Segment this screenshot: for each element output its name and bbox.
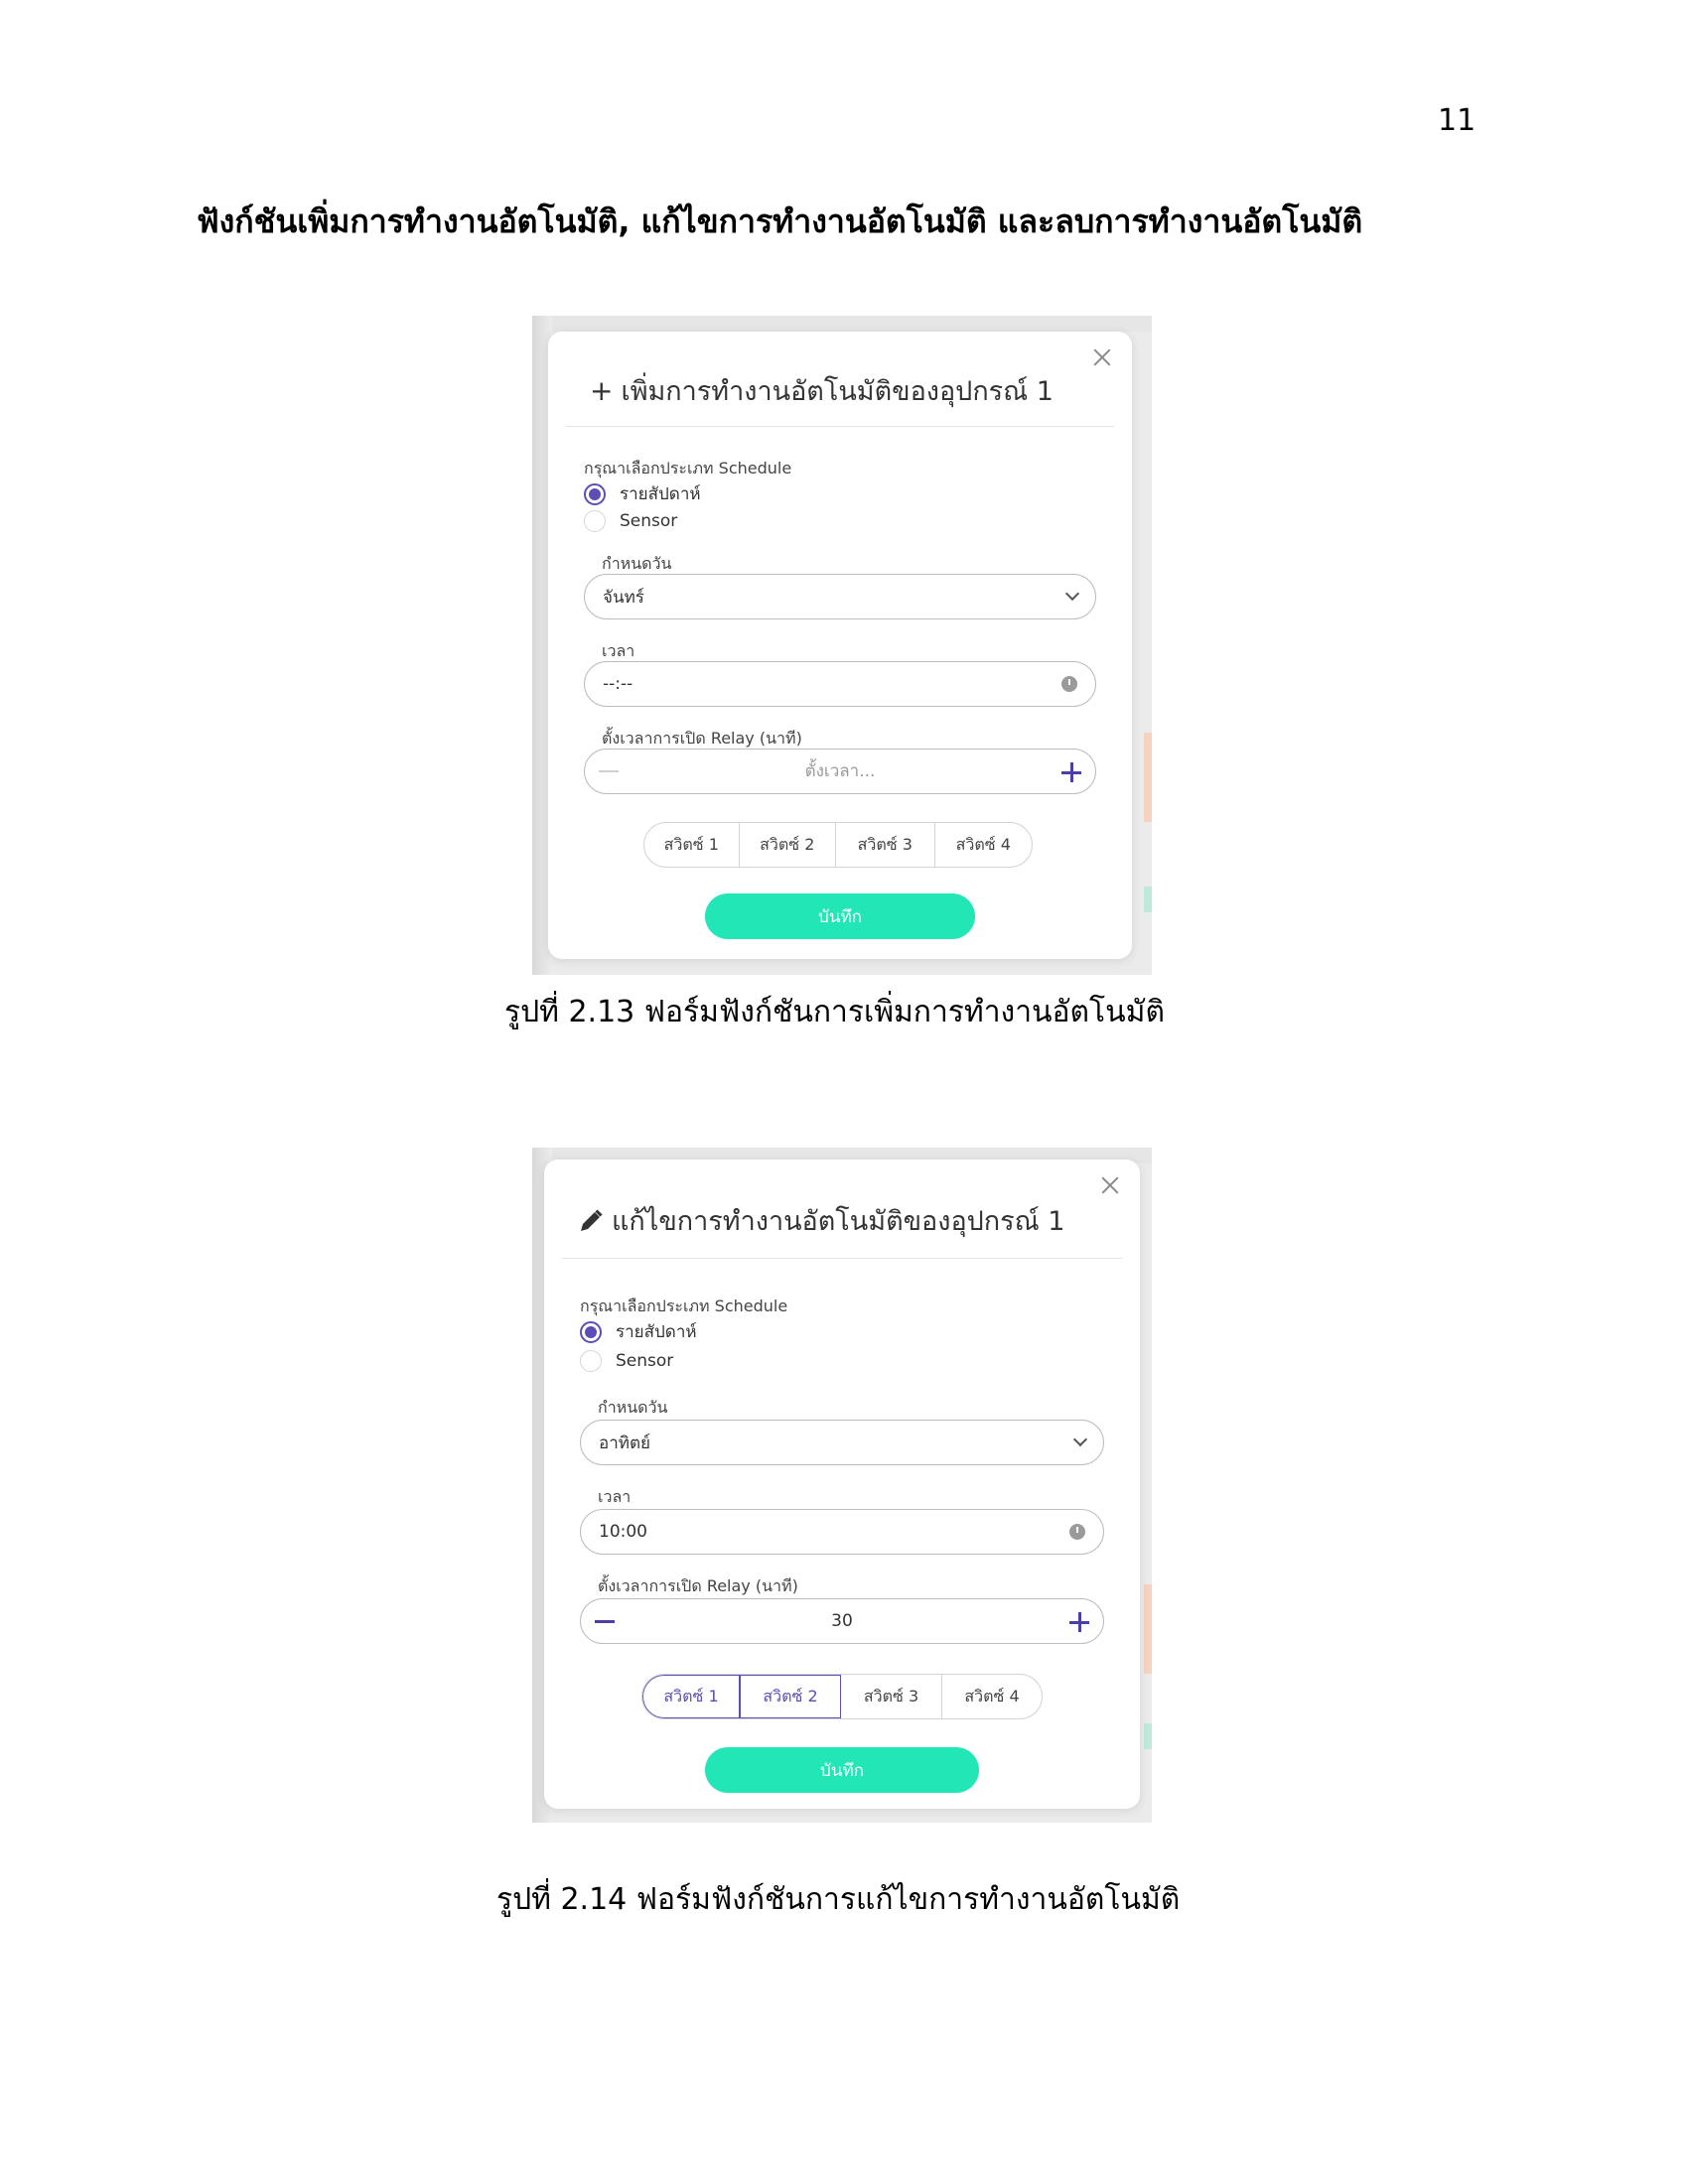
day-select-value: จันทร์ (603, 587, 644, 608)
switch-button-4[interactable]: สวิตซ์ 4 (935, 823, 1033, 867)
chevron-down-icon (1072, 1432, 1088, 1447)
radio-button-checked[interactable] (584, 482, 606, 505)
switch-group: สวิตซ์ 1 สวิตซ์ 2 สวิตซ์ 3 สวิตซ์ 4 (641, 1674, 1043, 1719)
clock-icon[interactable] (1069, 1524, 1085, 1540)
modal-header: + เพิ่มการทำงานอัตโนมัติของอุปกรณ์ 1 (566, 332, 1114, 427)
relay-label: ตั้งเวลาการเปิด Relay (นาที) (598, 1576, 798, 1595)
switch-button-1[interactable]: สวิตซ์ 1 (644, 823, 740, 867)
radio-weekly[interactable]: รายสัปดาห์ (580, 1318, 697, 1345)
radio-label-weekly: รายสัปดาห์ (616, 1322, 697, 1342)
relay-stepper-placeholder[interactable]: ตั้งเวลา... (644, 750, 1036, 793)
plus-icon[interactable] (1069, 1612, 1089, 1632)
day-select-value: อาทิตย์ (599, 1433, 650, 1453)
schedule-type-label: กรุณาเลือกประเภท Schedule (580, 1297, 788, 1315)
day-label: กำหนดวัน (598, 1398, 668, 1417)
switch-button-2[interactable]: สวิตซ์ 2 (740, 1675, 841, 1718)
figure-caption: รูปที่ 2.14 ฟอร์มฟังก์ชันการแก้ไขการทำงา… (496, 1882, 1181, 1917)
minus-icon[interactable] (599, 770, 619, 772)
radio-label-weekly: รายสัปดาห์ (620, 484, 701, 504)
radio-sensor[interactable]: Sensor (584, 510, 677, 532)
radio-button-checked[interactable] (580, 1320, 602, 1343)
switch-button-3[interactable]: สวิตซ์ 3 (836, 823, 935, 867)
relay-stepper[interactable]: 30 (580, 1598, 1104, 1644)
modal-title-text: แก้ไขการทำงานอัตโนมัติของอุปกรณ์ 1 (612, 1206, 1065, 1237)
figure-edit-automation: แก้ไขการทำงานอัตโนมัติของอุปกรณ์ 1 กรุณา… (532, 1148, 1152, 1823)
relay-stepper[interactable]: ตั้งเวลา... (584, 749, 1096, 794)
edit-automation-modal: แก้ไขการทำงานอัตโนมัติของอุปกรณ์ 1 กรุณา… (544, 1160, 1140, 1809)
radio-label-sensor: Sensor (620, 511, 678, 531)
day-select[interactable]: จันทร์ (584, 574, 1096, 619)
time-input[interactable]: --:-- (584, 661, 1096, 707)
background-blur (532, 316, 1152, 332)
time-label: เวลา (598, 1487, 632, 1506)
switch-button-2[interactable]: สวิตซ์ 2 (740, 823, 837, 867)
time-input[interactable]: 10:00 (580, 1509, 1104, 1555)
modal-title: แก้ไขการทำงานอัตโนมัติของอุปกรณ์ 1 (578, 1199, 1064, 1242)
background-accent (1144, 887, 1152, 912)
background-accent (1144, 733, 1152, 822)
save-button[interactable]: บันทึก (705, 1747, 979, 1793)
clock-icon[interactable] (1061, 676, 1077, 692)
radio-label-sensor: Sensor (616, 1351, 674, 1371)
switch-button-1[interactable]: สวิตซ์ 1 (642, 1675, 740, 1718)
plus-icon[interactable] (1061, 762, 1081, 782)
day-select[interactable]: อาทิตย์ (580, 1420, 1104, 1465)
figure-add-automation: + เพิ่มการทำงานอัตโนมัติของอุปกรณ์ 1 กรุ… (532, 316, 1152, 975)
radio-button[interactable] (580, 1350, 602, 1372)
relay-stepper-value[interactable]: 30 (640, 1599, 1044, 1643)
background-accent (1144, 1723, 1152, 1749)
chevron-down-icon (1064, 586, 1080, 602)
modal-title: + เพิ่มการทำงานอัตโนมัติของอุปกรณ์ 1 (590, 369, 1054, 412)
radio-button[interactable] (584, 510, 606, 532)
radio-sensor[interactable]: Sensor (580, 1350, 673, 1372)
plus-icon: + (590, 374, 614, 407)
background-accent (1144, 1584, 1152, 1674)
switch-group: สวิตซ์ 1 สวิตซ์ 2 สวิตซ์ 3 สวิตซ์ 4 (643, 822, 1033, 868)
add-automation-modal: + เพิ่มการทำงานอัตโนมัติของอุปกรณ์ 1 กรุ… (548, 332, 1132, 959)
pencil-icon (578, 1208, 604, 1234)
modal-title-text: เพิ่มการทำงานอัตโนมัติของอุปกรณ์ 1 (621, 376, 1054, 407)
radio-weekly[interactable]: รายสัปดาห์ (584, 480, 701, 507)
save-button[interactable]: บันทึก (705, 893, 975, 939)
page-number: 11 (1438, 103, 1477, 138)
figure-caption: รูปที่ 2.13 ฟอร์มฟังก์ชันการเพิ่มการทำงา… (504, 995, 1165, 1029)
section-heading: ฟังก์ชันเพิ่มการทำงานอัตโนมัติ, แก้ไขการ… (197, 203, 1363, 240)
minus-icon[interactable] (595, 1620, 615, 1623)
time-input-value: --:-- (603, 674, 633, 694)
modal-header: แก้ไขการทำงานอัตโนมัติของอุปกรณ์ 1 (562, 1160, 1122, 1259)
schedule-type-label: กรุณาเลือกประเภท Schedule (584, 459, 792, 478)
switch-button-4[interactable]: สวิตซ์ 4 (942, 1675, 1042, 1718)
time-input-value: 10:00 (599, 1522, 647, 1542)
switch-button-3[interactable]: สวิตซ์ 3 (841, 1675, 942, 1718)
